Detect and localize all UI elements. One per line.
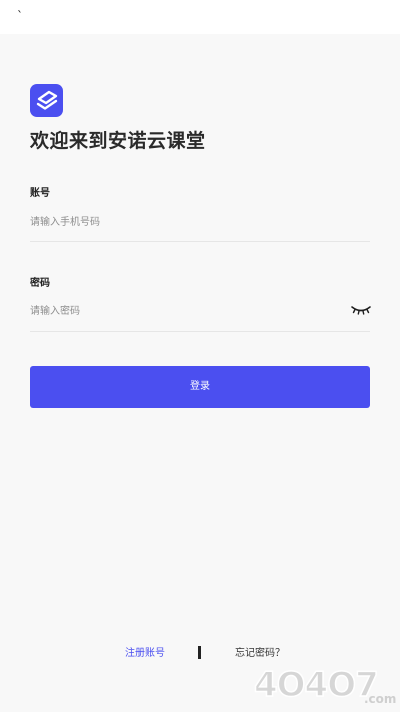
watermark-text: 4O4O7 xyxy=(254,665,378,705)
phone-input[interactable] xyxy=(30,212,340,232)
password-input[interactable] xyxy=(30,301,340,321)
account-divider xyxy=(30,241,370,242)
password-divider xyxy=(30,331,370,332)
status-bar: ` xyxy=(0,0,400,34)
account-label: 账号 xyxy=(30,188,50,199)
register-link[interactable]: 注册账号 xyxy=(125,647,165,661)
forgot-password-link[interactable]: 忘记密码？ xyxy=(235,647,285,661)
password-label: 密码 xyxy=(30,278,50,289)
watermark-logo: 4O4O7 .com xyxy=(253,664,396,706)
login-button[interactable]: 登录 xyxy=(30,366,370,408)
watermark-suffix: .com xyxy=(364,692,396,706)
status-mark: ` xyxy=(17,9,23,23)
app-logo-icon xyxy=(30,84,63,117)
link-separator xyxy=(198,646,201,659)
page-title: 欢迎来到安诺云课堂 xyxy=(30,130,206,152)
eye-closed-icon[interactable] xyxy=(350,302,372,316)
